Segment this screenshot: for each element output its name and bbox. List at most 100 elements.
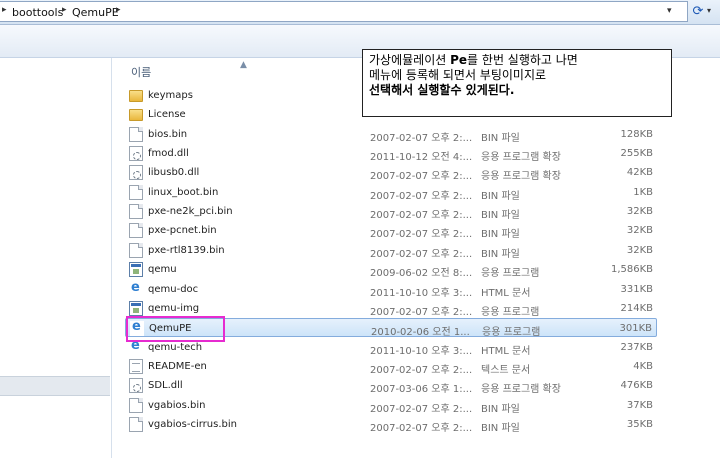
file-date: 2007-03-06 오후 1:...	[370, 384, 473, 396]
refresh-icon[interactable]: ⟳	[690, 2, 706, 21]
annotation-line-1-suffix: 를 한번 실행하고 나면	[467, 53, 578, 67]
file-size: 1,586KB	[610, 264, 653, 276]
file-date: 2007-02-07 오후 2:...	[370, 364, 473, 376]
file-row[interactable]: linux_boot.bin 2007-02-07 오후 2:... BIN 파일 1…	[125, 183, 657, 202]
file-row[interactable]: qemu 2009-06-02 오전 8:... 응용 프로그램 1,586KB	[125, 260, 657, 279]
file-type: BIN 파일	[481, 210, 520, 222]
file-date: 2007-02-07 오후 2:...	[370, 190, 473, 202]
file-name: bios.bin	[148, 128, 188, 140]
file-icon	[129, 416, 143, 432]
address-field[interactable]: ▸ boottools ▸ QemuPE ▸ ▾	[0, 1, 688, 22]
file-size: 32KB	[626, 206, 653, 218]
file-type: 응용 프로그램 확장	[481, 171, 561, 183]
exe-icon	[129, 262, 143, 278]
file-date: 2011-10-10 오후 3:...	[370, 345, 473, 357]
file-type: 응용 프로그램	[482, 327, 541, 339]
file-size: 35KB	[626, 418, 653, 430]
file-size: 128KB	[620, 128, 653, 140]
annotation-line-3: 선택해서 실행할수 있게된다.	[369, 83, 515, 97]
file-date: 2007-02-07 오후 2:...	[370, 422, 473, 434]
file-size: 301KB	[619, 323, 652, 335]
breadcrumb-separator-icon[interactable]: ▸	[116, 5, 121, 15]
file-row[interactable]: fmod.dll 2011-10-12 오전 4:... 응용 프로그램 확장 255…	[125, 144, 657, 163]
file-type: BIN 파일	[481, 190, 520, 202]
file-icon	[129, 204, 143, 220]
file-size: 237KB	[620, 341, 653, 353]
file-type: BIN 파일	[481, 248, 520, 260]
html-icon	[129, 280, 143, 297]
file-name: qemu-doc	[148, 283, 199, 295]
file-icon	[129, 184, 143, 200]
file-icon	[129, 397, 143, 413]
file-type: BIN 파일	[481, 403, 520, 415]
file-date: 2007-02-07 오후 2:...	[370, 306, 473, 318]
file-row[interactable]: libusb0.dll 2007-02-07 오후 2:... 응용 프로그램 확장…	[125, 163, 657, 182]
file-type: HTML 문서	[481, 345, 531, 357]
file-row[interactable]: vgabios.bin 2007-02-07 오후 2:... BIN 파일 37KB	[125, 396, 657, 415]
file-row[interactable]: pxe-pcnet.bin 2007-02-07 오후 2:... BIN 파일 32…	[125, 221, 657, 240]
file-date: 2007-02-07 오후 2:...	[370, 210, 473, 222]
dll-icon	[129, 146, 143, 162]
highlight-rectangle	[126, 316, 225, 342]
file-row[interactable]: qemu-img 2007-02-07 오후 2:... 응용 프로그램 214KB	[125, 299, 657, 318]
file-name: SDL.dll	[148, 380, 183, 392]
chevron-down-icon[interactable]: ▾	[707, 6, 711, 15]
file-row[interactable]: README-en 2007-02-07 오후 2:... 텍스트 문서 4KB	[125, 357, 657, 376]
file-name: qemu-img	[148, 302, 200, 314]
file-date: 2007-02-07 오후 2:...	[370, 171, 473, 183]
file-name: fmod.dll	[148, 148, 189, 160]
breadcrumb-separator-icon[interactable]: ▸	[2, 5, 7, 15]
annotation-line-1: 가상에뮬레이션 Pe를 한번 실행하고 나면	[369, 53, 665, 68]
annotation-line-1-bold: Pe	[450, 53, 468, 67]
nav-selected-item[interactable]	[0, 376, 110, 396]
file-type: BIN 파일	[481, 132, 520, 144]
file-name: linux_boot.bin	[148, 186, 219, 198]
file-size: 476KB	[620, 380, 653, 392]
file-size: 214KB	[620, 302, 653, 314]
column-name-header[interactable]: 이름	[131, 64, 151, 80]
file-size: 42KB	[626, 167, 653, 179]
dll-icon	[129, 378, 143, 394]
file-name: qemu	[148, 264, 177, 276]
file-size: 37KB	[626, 399, 653, 411]
annotation-line-2: 메뉴에 등록해 되면서 부팅이미지로	[369, 68, 547, 82]
file-row[interactable]: qemu-doc 2011-10-10 오후 3:... HTML 문서 331KB	[125, 280, 657, 299]
file-type: BIN 파일	[481, 229, 520, 241]
breadcrumb-boottools[interactable]: boottools	[12, 6, 63, 19]
navigation-pane[interactable]	[0, 58, 112, 458]
file-list: keymaps License bios.bin 2007-02-07 오후 2:..…	[113, 80, 720, 458]
file-type: HTML 문서	[481, 287, 531, 299]
file-row[interactable]: SDL.dll 2007-03-06 오후 1:... 응용 프로그램 확장 476K…	[125, 376, 657, 395]
file-size: 32KB	[626, 225, 653, 237]
file-name: pxe-ne2k_pci.bin	[148, 206, 233, 218]
file-row[interactable]: vgabios-cirrus.bin 2007-02-07 오후 2:... BIN…	[125, 415, 657, 434]
file-size: 1KB	[633, 186, 653, 198]
file-date: 2010-02-06 오전 1...	[371, 327, 470, 339]
address-dropdown-icon[interactable]: ▾	[667, 6, 672, 16]
file-name: libusb0.dll	[148, 167, 200, 179]
file-date: 2007-02-07 오후 2:...	[370, 132, 473, 144]
file-row[interactable]: bios.bin 2007-02-07 오후 2:... BIN 파일 128KB	[125, 125, 657, 144]
file-icon	[129, 223, 143, 239]
file-size: 32KB	[626, 244, 653, 256]
file-date: 2009-06-02 오전 8:...	[370, 268, 473, 280]
annotation-callout: 가상에뮬레이션 Pe를 한번 실행하고 나면 메뉴에 등록해 되면서 부팅이미지…	[362, 49, 672, 117]
file-type: 응용 프로그램 확장	[481, 384, 561, 396]
file-size: 255KB	[620, 148, 653, 160]
file-name: vgabios.bin	[148, 399, 206, 411]
file-name: qemu-tech	[148, 341, 203, 353]
file-row[interactable]: pxe-rtl8139.bin 2007-02-07 오후 2:... BIN 파일…	[125, 241, 657, 260]
file-name: vgabios-cirrus.bin	[148, 418, 237, 430]
file-type: 텍스트 문서	[481, 364, 531, 376]
file-type: 응용 프로그램	[481, 306, 540, 318]
file-row[interactable]: pxe-ne2k_pci.bin 2007-02-07 오후 2:... BIN 파…	[125, 202, 657, 221]
breadcrumb-separator-icon[interactable]: ▸	[62, 5, 67, 15]
sort-ascending-icon: ▲	[240, 60, 247, 70]
breadcrumb-qemupe[interactable]: QemuPE	[72, 6, 119, 19]
file-date: 2007-02-07 오후 2:...	[370, 403, 473, 415]
file-size: 331KB	[620, 283, 653, 295]
file-type: 응용 프로그램	[481, 268, 540, 280]
address-bar: ▸ boottools ▸ QemuPE ▸ ▾ ⟳ ▾	[0, 0, 720, 25]
file-size: 4KB	[633, 360, 653, 372]
file-name: pxe-pcnet.bin	[148, 225, 217, 237]
